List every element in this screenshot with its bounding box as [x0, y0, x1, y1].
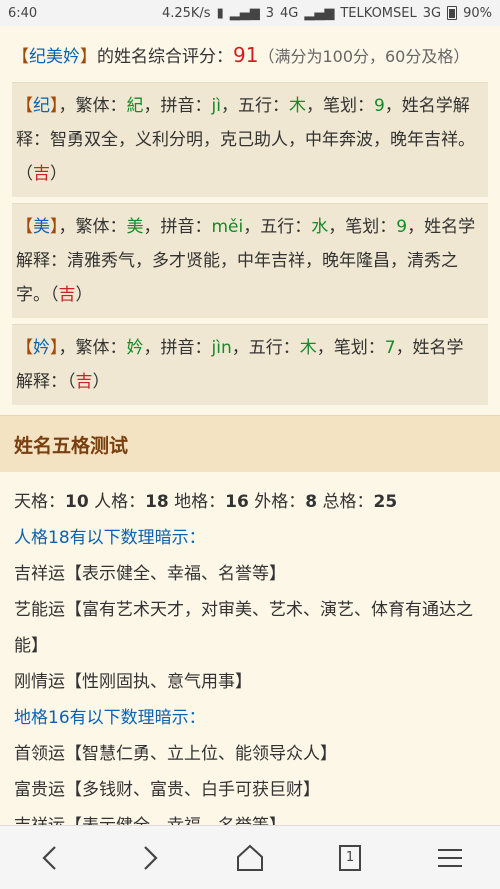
page-content: 【纪美妗】的姓名综合评分：91（满分为100分，60分及格） 【纪】，繁体：紀，…	[0, 26, 500, 826]
char-bihua: 7	[384, 338, 396, 358]
di-value: 16	[225, 492, 249, 512]
chevron-left-icon	[42, 845, 56, 870]
score-hint: （满分为100分，60分及格）	[258, 47, 470, 66]
forward-button[interactable]	[120, 833, 180, 883]
char-explain: 清雅秀气，多才贤能，中年吉祥，晚年隆昌，清秀之字。	[16, 251, 458, 305]
battery-icon	[447, 6, 458, 20]
label-bihua: ，笔划：	[305, 96, 374, 116]
ren-header: 人格18有以下数理暗示：	[14, 528, 206, 548]
carrier-name: TELKOMSEL	[340, 5, 417, 21]
network-speed: 4.25K/s	[161, 5, 211, 21]
bracket-open: 【	[16, 96, 33, 116]
label-pinyin: ，拼音：	[143, 96, 212, 116]
zong-label: 总格：	[322, 492, 374, 512]
bracket-close: 】	[50, 217, 59, 237]
label-bihua: ，笔划：	[316, 338, 385, 358]
total-score: 91	[233, 43, 259, 67]
bracket-open: 【	[16, 338, 33, 358]
chevron-right-icon	[144, 845, 158, 870]
bracket-close: 】	[50, 96, 59, 116]
char-wuxing: 木	[299, 338, 317, 358]
label-wuxing: ，五行：	[231, 338, 300, 358]
back-button[interactable]	[20, 833, 80, 883]
char-pinyin: jìn	[211, 338, 232, 358]
tabs-count: 1	[339, 844, 361, 871]
summary-text: 的姓名综合评分：	[97, 47, 233, 67]
label-trad: ，繁体：	[58, 96, 127, 116]
char-bihua: 9	[373, 96, 385, 116]
bracket-open: 【	[16, 217, 33, 237]
label-trad: ，繁体：	[58, 338, 127, 358]
char-name: 纪	[33, 96, 50, 116]
char-pinyin: jì	[211, 96, 221, 116]
tabs-button[interactable]: 1	[320, 833, 380, 883]
wuge-results: 天格：10 人格：18 地格：16 外格：8 总格：25 人格18有以下数理暗示…	[0, 472, 500, 826]
char-bihua: 9	[396, 217, 408, 237]
char-luck: 吉	[75, 372, 93, 392]
status-right: 4.25K/s ▮ ▂▄▆ 3 4G ▂▄▆ TELKOMSEL 3G 90%	[162, 6, 492, 21]
ren-item-3: 刚情运【性刚固执、意气用事】	[14, 672, 252, 692]
di-item-1: 首领运【智慧仁勇、立上位、能领导众人】	[14, 744, 337, 764]
wai-value: 8	[305, 492, 318, 512]
char-explain: 智勇双全，义利分明，克己助人，中年奔波，晚年吉祥。	[50, 130, 475, 150]
ren-item-2: 艺能运【富有艺术天才，对审美、艺术、演艺、体育有通达之能】	[14, 600, 473, 656]
home-button[interactable]	[220, 833, 280, 883]
label-pinyin: ，拼音：	[143, 217, 212, 237]
tian-value: 10	[65, 492, 89, 512]
char-pinyin: měi	[211, 217, 244, 237]
di-header: 地格16有以下数理暗示：	[14, 708, 206, 728]
char-trad: 妗	[126, 338, 144, 358]
battery-level: 90%	[463, 5, 492, 21]
status-time: 6:40	[8, 5, 38, 21]
signal-icon: ▮	[216, 5, 224, 21]
ren-value: 18	[145, 492, 169, 512]
network-type-2: 3G	[422, 5, 442, 21]
zong-value: 25	[373, 492, 398, 512]
bracket-close: 】	[80, 47, 97, 67]
label-trad: ，繁体：	[58, 217, 127, 237]
ren-label: 人格：	[94, 492, 146, 512]
char-card-3: 【妗】，繁体：妗，拼音：jìn，五行：木，笔划：7，姓名学解释：（吉）	[12, 324, 488, 405]
char-trad: 美	[126, 217, 144, 237]
home-icon	[237, 844, 263, 871]
char-card-2: 【美】，繁体：美，拼音：měi，五行：水，笔划：9，姓名学解释：清雅秀气，多才贤…	[12, 203, 488, 318]
section-title-wuge: 姓名五格测试	[0, 415, 500, 472]
signal-bars-icon-2: ▂▄▆	[304, 5, 335, 21]
char-card-1: 【纪】，繁体：紀，拼音：jì，五行：木，笔划：9，姓名学解释：智勇双全，义利分明…	[12, 82, 488, 197]
ren-item-1: 吉祥运【表示健全、幸福、名誉等】	[14, 564, 286, 584]
menu-button[interactable]	[420, 833, 480, 883]
label-bihua: ，笔划：	[328, 217, 397, 237]
char-luck: 吉	[33, 164, 50, 184]
status-bar: 6:40 4.25K/s ▮ ▂▄▆ 3 4G ▂▄▆ TELKOMSEL 3G…	[0, 0, 500, 26]
score-summary: 【纪美妗】的姓名综合评分：91（满分为100分，60分及格）	[0, 26, 500, 82]
bracket-close: 】	[50, 338, 59, 358]
sim-slot: 3	[265, 5, 274, 21]
char-trad: 紀	[126, 96, 144, 116]
signal-bars-icon: ▂▄▆	[229, 5, 260, 21]
label-wuxing: ，五行：	[243, 217, 312, 237]
full-name: 纪美妗	[29, 47, 80, 67]
char-name: 美	[33, 217, 50, 237]
label-wuxing: ，五行：	[220, 96, 289, 116]
char-name: 妗	[33, 338, 50, 358]
menu-icon	[438, 848, 462, 867]
char-luck: 吉	[58, 285, 76, 305]
tian-label: 天格：	[14, 492, 65, 512]
char-wuxing: 水	[311, 217, 329, 237]
wai-label: 外格：	[254, 492, 306, 512]
label-pinyin: ，拼音：	[143, 338, 212, 358]
di-label: 地格：	[174, 492, 226, 512]
browser-nav-bar: 1	[0, 825, 500, 889]
di-item-3: 吉祥运【表示健全、幸福、名誉等】	[14, 816, 286, 826]
network-type-1: 4G	[280, 5, 299, 21]
di-item-2: 富贵运【多钱财、富贵、白手可获巨财】	[14, 780, 320, 800]
bracket-open: 【	[12, 47, 29, 67]
wuge-scores: 天格：10 人格：18 地格：16 外格：8 总格：25	[14, 484, 486, 520]
char-wuxing: 木	[288, 96, 306, 116]
